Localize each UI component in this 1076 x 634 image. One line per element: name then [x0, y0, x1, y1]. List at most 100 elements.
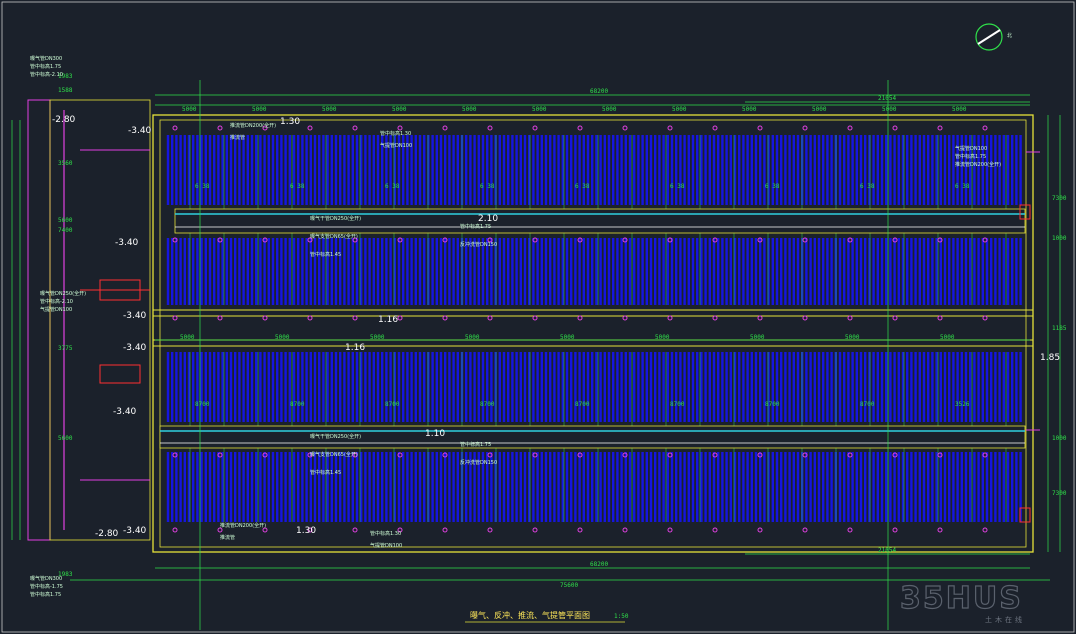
dim-top-seg: 5000 — [182, 106, 197, 113]
valve-marker — [532, 315, 538, 321]
dim-row-lower: 8700 — [575, 401, 590, 408]
note-upper_channel: 曝气干管DN250(全开) — [310, 215, 361, 222]
sheet-border — [1, 1, 1075, 633]
dim-row-lower: 8700 — [195, 401, 210, 408]
dim-top-seg: 5000 — [952, 106, 967, 113]
valve-marker — [487, 527, 493, 533]
dim-top-seg: 5000 — [882, 106, 897, 113]
valve-marker — [982, 125, 988, 131]
valve-marker — [262, 315, 268, 321]
note-left-top: 管中标高1.75 — [30, 63, 61, 70]
watermark-sub: 土木在线 — [985, 615, 1025, 624]
note-right: 气提管DN100 — [955, 145, 987, 152]
valve-marker — [352, 527, 358, 533]
valve-marker — [937, 527, 943, 533]
valve-marker — [397, 315, 403, 321]
dim-row-upper: 6 38 — [195, 183, 210, 190]
level-upper_mid: -3.40 — [115, 238, 139, 248]
north-arrow-icon: 北 — [975, 23, 1012, 51]
note-bottom_row: 推流管DN200(全开) — [220, 522, 266, 529]
valve-marker — [307, 125, 313, 131]
dim-top-seg: 5000 — [532, 106, 547, 113]
valve-marker — [937, 125, 943, 131]
valve-marker — [397, 125, 403, 131]
note-left-bottom: 曝气管DN300 — [30, 575, 62, 582]
dim-top-total: 68200 — [590, 88, 608, 95]
dim-row-lower: 8700 — [480, 401, 495, 408]
dim-row-lower: 8700 — [860, 401, 875, 408]
level-channel_upper: 2.10 — [478, 214, 498, 224]
dim-row-lower: 8700 — [670, 401, 685, 408]
valve-marker — [802, 125, 808, 131]
valve-marker — [217, 125, 223, 131]
note-right: 管中标高1.75 — [955, 153, 986, 160]
dim-left: 1588 — [58, 87, 73, 94]
note-top_row: 管中标高1.30 — [380, 130, 411, 137]
watermark: 35HUS 土木在线 — [899, 580, 1025, 624]
valve-marker — [757, 125, 763, 131]
valve-marker — [442, 527, 448, 533]
note-left-mid: 气提管DN100 — [40, 306, 72, 313]
note-upper_channel: 曝气支管DN65(全开) — [310, 233, 358, 240]
dim-top-seg: 5000 — [322, 106, 337, 113]
dim-right: 1000 — [1052, 435, 1067, 442]
note-top_row: 气提管DN100 — [380, 142, 412, 149]
valve-marker — [622, 315, 628, 321]
channel-upper — [174, 208, 1026, 234]
valve-marker — [577, 125, 583, 131]
note-upper_channel: 反冲洗管DN150 — [460, 241, 497, 248]
note-lower_channel: 管中标高1.75 — [460, 441, 491, 448]
dim-row-upper: 6 38 — [955, 183, 970, 190]
dim-mid-seg: 5000 — [560, 334, 575, 341]
valve-marker — [307, 315, 313, 321]
note-left-bottom: 管中标高1.75 — [30, 591, 61, 598]
valve-marker — [847, 125, 853, 131]
note-lower_channel: 曝气支管DN65(全开) — [310, 451, 358, 458]
valve-marker — [892, 527, 898, 533]
level-walkway_b: 1.16 — [345, 343, 365, 353]
valve-marker — [982, 315, 988, 321]
level-left_b: -2.80 — [95, 529, 119, 539]
valve-marker — [172, 315, 178, 321]
valve-marker — [802, 315, 808, 321]
valve-marker — [577, 527, 583, 533]
valve-marker — [847, 527, 853, 533]
dim-mid-seg: 5000 — [180, 334, 195, 341]
dim-mid-seg: 5000 — [275, 334, 290, 341]
dim-row-lower: 3526 — [955, 401, 970, 408]
dim-row-lower: 8700 — [385, 401, 400, 408]
note-left-top: 曝气管DN300 — [30, 55, 62, 62]
valve-marker — [892, 125, 898, 131]
dim-top-seg: 5000 — [252, 106, 267, 113]
title-scale: 1:50 — [614, 613, 629, 620]
level-labels: -3.40 -3.40 -3.40 -3.40 -3.40 -3.40 2.10 1.10 1.… — [52, 115, 1060, 539]
valve-marker — [937, 315, 943, 321]
valve-marker — [712, 315, 718, 321]
valve-marker — [847, 315, 853, 321]
dim-top-right: 21054 — [878, 95, 896, 102]
valve-marker — [667, 125, 673, 131]
dim-mid-seg: 5000 — [465, 334, 480, 341]
dim-mid-seg: 5000 — [655, 334, 670, 341]
valve-marker — [442, 125, 448, 131]
level-mid_c: -3.40 — [113, 407, 137, 417]
dim-left: 5600 — [58, 217, 73, 224]
dim-row-upper: 6 38 — [480, 183, 495, 190]
level-channel_lower: 1.10 — [425, 429, 445, 439]
valve-marker — [622, 527, 628, 533]
valve-marker — [892, 315, 898, 321]
valve-marker — [217, 315, 223, 321]
note-bottom_row: 推流管 — [220, 534, 235, 541]
level-top_left: -3.40 — [128, 126, 152, 136]
dim-row-upper: 6 38 — [290, 183, 305, 190]
note-lower_channel: 曝气干管DN250(全开) — [310, 433, 361, 440]
dim-mid-seg: 5000 — [750, 334, 765, 341]
level-top_edge: 1.30 — [280, 117, 300, 127]
dim-right: 7300 — [1052, 195, 1067, 202]
dim-mid-seg: 5000 — [940, 334, 955, 341]
dim-row-upper: 6 38 — [765, 183, 780, 190]
dim-top-seg: 5000 — [672, 106, 687, 113]
note-bottom_row: 管中标高1.30 — [370, 530, 401, 537]
valve-marker — [622, 125, 628, 131]
dim-row-upper: 6 38 — [575, 183, 590, 190]
